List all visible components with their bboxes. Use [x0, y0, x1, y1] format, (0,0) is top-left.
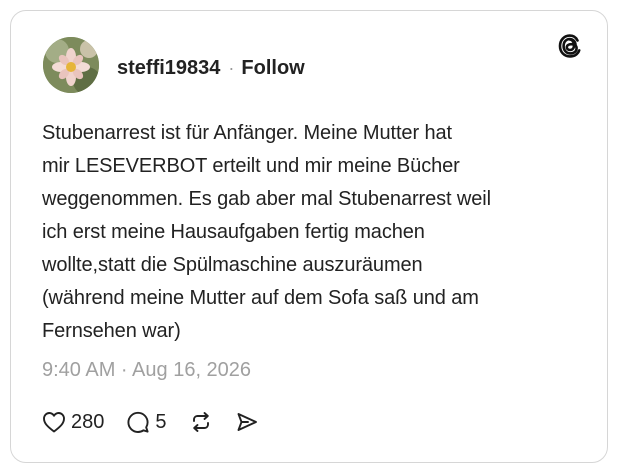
reply-count: 5 — [155, 410, 167, 433]
repost-icon — [189, 410, 213, 434]
like-button[interactable]: 280 — [42, 411, 104, 434]
reply-button[interactable]: 5 — [126, 410, 167, 434]
follow-button[interactable]: Follow — [241, 57, 304, 80]
comment-bubble-icon — [126, 410, 150, 434]
username[interactable]: steffi19834 — [117, 57, 220, 80]
heart-icon — [42, 411, 66, 433]
post-timestamp[interactable]: 9:40 AM · Aug 16, 2026 — [42, 359, 251, 382]
send-icon — [235, 410, 259, 434]
like-count: 280 — [71, 410, 105, 433]
separator-dot: · — [228, 57, 235, 78]
post-card: steffi19834 · Follow Stubenarrest ist fü… — [10, 10, 608, 463]
action-bar: 280 5 — [42, 407, 259, 437]
post-text: Stubenarrest ist für Anfänger. Meine Mut… — [42, 122, 491, 342]
post-header: steffi19834 · Follow — [117, 55, 305, 81]
threads-logo-icon[interactable] — [555, 31, 585, 61]
repost-button[interactable] — [189, 410, 213, 434]
avatar[interactable] — [43, 37, 99, 93]
share-button[interactable] — [235, 410, 259, 434]
